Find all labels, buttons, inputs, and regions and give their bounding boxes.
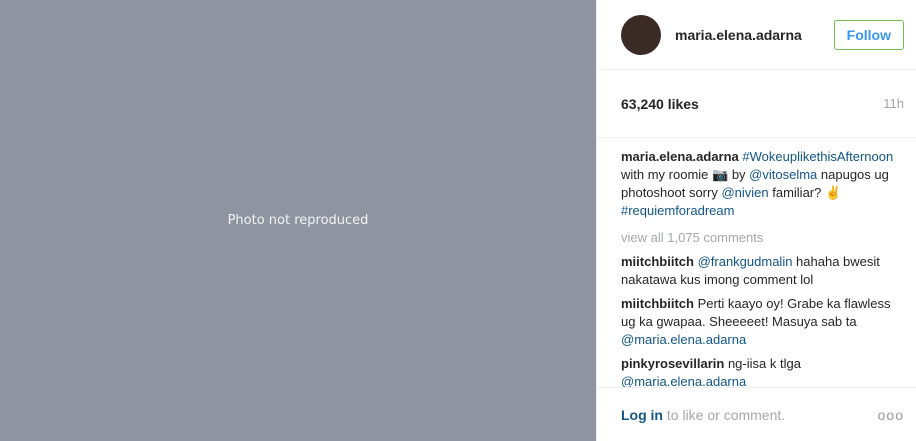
comment-username[interactable]: miitchbiitch [621,254,694,269]
comment: miitchbiitch @frankgudmalin hahaha bwesi… [621,253,904,289]
comment-username[interactable]: pinkyrosevillarin [621,356,724,371]
login-prompt: Log in to like or comment. [621,407,785,423]
post-media: Photo not reproduced [0,0,596,441]
login-prompt-text: to like or comment. [663,406,786,423]
caption-username[interactable]: maria.elena.adarna [621,149,739,164]
comments-section: maria.elena.adarna #WokeuplikethisAftern… [597,138,916,387]
post-sidebar: maria.elena.adarna Follow 63,240 likes 1… [596,0,916,441]
hashtag-link[interactable]: #WokeuplikethisAfternoon [742,149,893,164]
caption-text: with my roomie 📷 by [621,167,750,182]
comment: miitchbiitch Perti kaayo oy! Grabe ka fl… [621,295,904,349]
post-time[interactable]: 11h [883,96,904,111]
comment-text: ng-iisa k tlga [724,356,801,371]
post-stats: 63,240 likes 11h [597,70,916,138]
follow-button[interactable]: Follow [833,19,904,50]
login-link[interactable]: Log in [621,407,663,423]
avatar[interactable] [621,14,661,55]
caption: maria.elena.adarna #WokeuplikethisAftern… [621,148,904,220]
hashtag-link[interactable]: #requiemforadream [621,203,734,218]
mention-link[interactable]: @frankgudmalin [698,254,793,269]
photo-placeholder: Photo not reproduced [0,0,596,441]
mention-link[interactable]: @nivien [721,185,768,200]
post: Photo not reproduced maria.elena.adarna … [0,0,916,441]
mention-link[interactable]: @maria.elena.adarna [621,374,746,387]
post-header: maria.elena.adarna Follow [597,0,916,70]
photo-placeholder-label: Photo not reproduced [227,213,369,228]
likes-count[interactable]: 63,240 likes [621,96,699,112]
author-username[interactable]: maria.elena.adarna [675,27,834,43]
mention-link[interactable]: @maria.elena.adarna [621,332,746,347]
post-footer: Log in to like or comment. ooo [597,387,916,441]
more-options-icon[interactable]: ooo [878,407,904,423]
mention-link[interactable]: @vitoselma [749,167,817,182]
view-all-comments-link[interactable]: view all 1,075 comments [621,229,904,247]
caption-text: familiar? ✌ [768,185,842,200]
comment: pinkyrosevillarin ng-iisa k tlga @maria.… [621,355,904,387]
comment-username[interactable]: miitchbiitch [621,296,694,311]
